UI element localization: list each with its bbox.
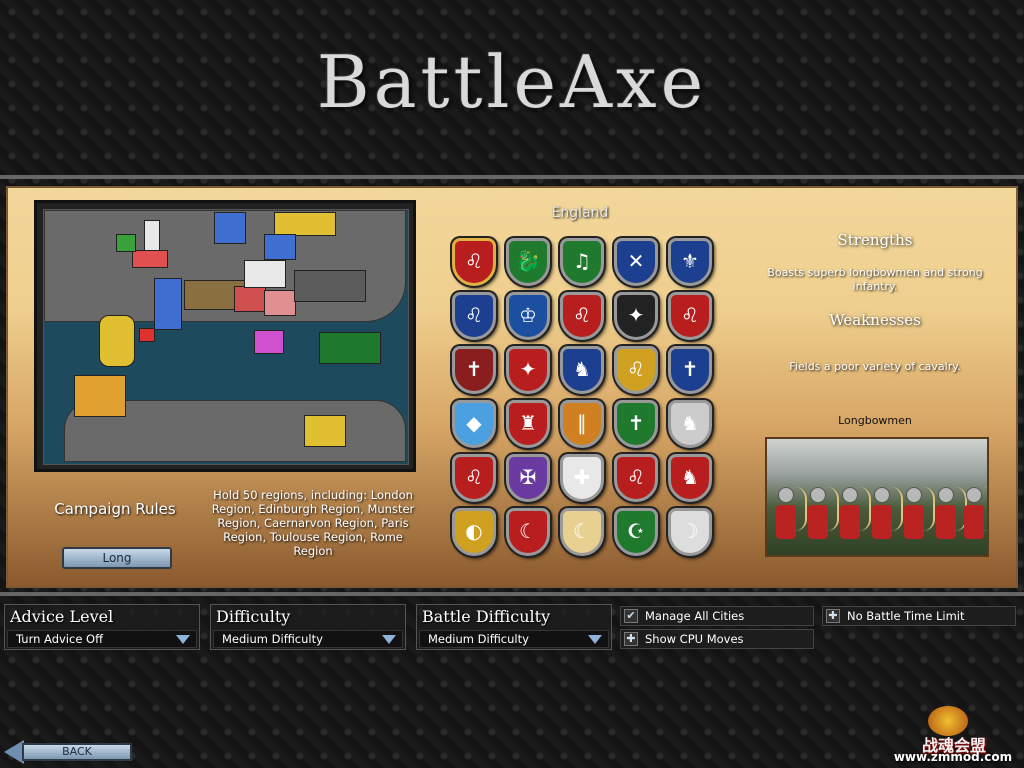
weaknesses-heading: Weaknesses	[829, 311, 921, 329]
soldier-figure	[775, 487, 807, 549]
faction-shield-harp[interactable]: ♫	[560, 238, 604, 286]
no-battle-time-limit-toggle[interactable]: ✚ No Battle Time Limit	[822, 606, 1016, 626]
faction-shield-lozenges[interactable]: ◆	[452, 400, 496, 448]
region-morocco[interactable]	[74, 375, 126, 417]
campaign-rules-label: Campaign Rules	[54, 500, 176, 518]
faction-shield-crescent-red[interactable]: ☾	[506, 508, 550, 556]
faction-shield-lion-gold[interactable]: ♌	[614, 346, 658, 394]
strengths-heading: Strengths	[837, 231, 913, 249]
faction-shield-wolf[interactable]: ♞	[560, 346, 604, 394]
faction-shield-dragon[interactable]: 🐉	[506, 238, 550, 286]
difficulty-value: Medium Difficulty	[222, 632, 323, 646]
show-cpu-moves-toggle[interactable]: ✚ Show CPU Moves	[620, 629, 814, 649]
battle-difficulty-value: Medium Difficulty	[428, 632, 529, 646]
region-greece[interactable]	[254, 330, 284, 354]
faction-shield-castle[interactable]: ♜	[506, 400, 550, 448]
advice-level-value: Turn Advice Off	[16, 632, 104, 646]
difficulty-option: Difficulty Medium Difficulty	[210, 604, 406, 650]
faction-shield-fleur-de-lis[interactable]: ⚜	[668, 238, 712, 286]
faction-shield-wolf-white[interactable]: ♞	[668, 400, 712, 448]
advice-level-option: Advice Level Turn Advice Off	[4, 604, 200, 650]
campaign-length-button[interactable]: Long	[62, 547, 172, 569]
faction-shield-lion-red[interactable]: ♌	[560, 292, 604, 340]
back-button-label: BACK	[22, 743, 132, 761]
soldier-figure	[807, 487, 839, 549]
region-turks[interactable]	[319, 332, 381, 364]
chevron-down-icon[interactable]	[382, 635, 396, 644]
top-divider	[0, 175, 1024, 179]
region-east[interactable]	[294, 270, 366, 302]
faction-shield-saltire[interactable]: ✕	[614, 238, 658, 286]
region-austria[interactable]	[234, 286, 266, 312]
battle-difficulty-select[interactable]: Medium Difficulty	[419, 630, 609, 648]
checkmark-icon[interactable]: ✔	[624, 609, 638, 623]
faction-shield-lion-yellow[interactable]: ♌	[614, 454, 658, 502]
faction-shield-sun[interactable]: ◐	[452, 508, 496, 556]
plus-icon[interactable]: ✚	[624, 632, 638, 646]
no-battle-time-limit-label: No Battle Time Limit	[847, 609, 965, 623]
victory-conditions-text: Hold 50 regions, including: London Regio…	[211, 488, 415, 558]
faction-shield-eagle[interactable]: ✦	[614, 292, 658, 340]
soldier-figure	[839, 487, 871, 549]
faction-shield-crowns[interactable]: ♔	[506, 292, 550, 340]
region-denmark[interactable]	[214, 212, 246, 244]
faction-shield-st-george[interactable]: ✚	[560, 454, 604, 502]
logo-url-text: www.zmmod.com	[893, 750, 1013, 764]
bottom-divider	[0, 592, 1024, 596]
watermark-logo: 战魂会盟 www.zmmod.com	[888, 706, 1018, 764]
region-england-south[interactable]	[132, 250, 168, 268]
faction-shield-crescent-green[interactable]: ☪	[614, 508, 658, 556]
faction-shield-eagle-white[interactable]: ✦	[506, 346, 550, 394]
faction-shield-cross-blue[interactable]: ✝	[668, 346, 712, 394]
campaign-map[interactable]	[43, 209, 409, 465]
region-hungary[interactable]	[244, 260, 286, 288]
soldier-figure	[871, 487, 903, 549]
region-egypt[interactable]	[304, 415, 346, 447]
manage-all-cities-label: Manage All Cities	[645, 609, 745, 623]
region-north[interactable]	[274, 212, 336, 236]
game-title: BattleAxe	[316, 40, 708, 124]
region-spain[interactable]	[99, 315, 135, 367]
show-cpu-moves-label: Show CPU Moves	[645, 632, 744, 646]
advice-level-select[interactable]: Turn Advice Off	[7, 630, 197, 648]
advice-level-title: Advice Level	[10, 607, 114, 626]
faction-shield-cross-hill[interactable]: ✝	[452, 346, 496, 394]
faction-shield-grid: ♌ 🐉 ♫ ✕ ⚜ ♌ ♔ ♌ ✦ ♌ ✝ ✦ ♞ ♌ ✝ ◆ ♜ ∥ ✝ ♞ ♌ ✠ ✚ ♌ ♞ ◐ ☾ ☾ ☪ ☽	[452, 238, 722, 568]
chevron-down-icon[interactable]	[588, 635, 602, 644]
battle-difficulty-title: Battle Difficulty	[422, 607, 551, 626]
region-aragon[interactable]	[139, 328, 155, 342]
arrow-left-icon	[4, 740, 24, 764]
faction-shield-lion-gold-red[interactable]: ♌	[452, 454, 496, 502]
soldier-figure	[903, 487, 935, 549]
faction-shield-jerusalem-cross[interactable]: ✠	[506, 454, 550, 502]
strengths-text: Boasts superb longbowmen and strong infa…	[767, 266, 983, 293]
faction-shield-lion-blue[interactable]: ♌	[452, 292, 496, 340]
plus-icon[interactable]: ✚	[826, 609, 840, 623]
unit-name: Longbowmen	[838, 414, 912, 427]
soldier-figure	[935, 487, 967, 549]
battle-difficulty-option: Battle Difficulty Medium Difficulty	[416, 604, 612, 650]
region-ireland[interactable]	[116, 234, 136, 252]
region-france[interactable]	[154, 278, 182, 330]
soldier-figure	[963, 487, 985, 549]
faction-shield-lion-white[interactable]: ♌	[668, 292, 712, 340]
faction-shield-lions[interactable]: ♌	[452, 238, 496, 286]
manage-all-cities-toggle[interactable]: ✔ Manage All Cities	[620, 606, 814, 626]
faction-shield-three-crescents[interactable]: ☾	[560, 508, 604, 556]
selected-faction-name: England	[551, 205, 609, 221]
campaign-map-frame	[34, 200, 416, 472]
difficulty-select[interactable]: Medium Difficulty	[213, 630, 403, 648]
faction-shield-cross-green[interactable]: ✝	[614, 400, 658, 448]
difficulty-title: Difficulty	[216, 607, 291, 626]
unit-portrait	[765, 437, 989, 557]
region-poland[interactable]	[264, 234, 296, 260]
weaknesses-text: Fields a poor variety of cavalry.	[789, 360, 961, 373]
faction-shield-pallets[interactable]: ∥	[560, 400, 604, 448]
faction-shield-crescent-white[interactable]: ☽	[668, 508, 712, 556]
chevron-down-icon[interactable]	[176, 635, 190, 644]
faction-shield-horse[interactable]: ♞	[668, 454, 712, 502]
region-byzantium[interactable]	[264, 290, 296, 316]
back-button[interactable]: BACK	[4, 740, 132, 764]
